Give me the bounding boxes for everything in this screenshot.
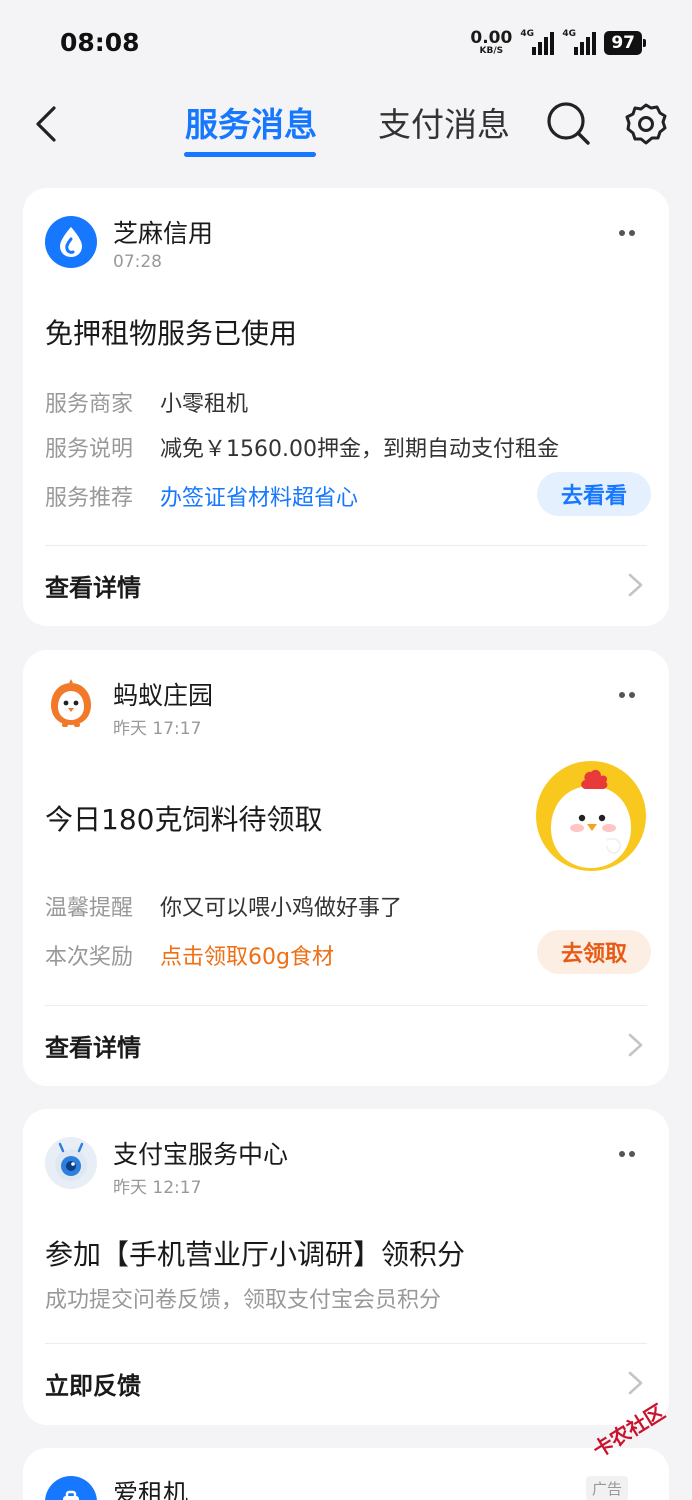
- chicken-illustration: [535, 760, 647, 872]
- active-tab-indicator: [184, 152, 316, 157]
- more-options-icon[interactable]: [619, 692, 635, 698]
- network-speed-unit: KB/S: [479, 46, 504, 56]
- message-card-partial[interactable]: 爱租机: [23, 1448, 669, 1500]
- message-subtext: 成功提交问卷反馈，领取支付宝会员积分: [45, 1288, 442, 1313]
- info-row: 本次奖励 点击领取60g食材: [45, 939, 334, 971]
- message-title: 今日180克饲料待领取: [45, 803, 323, 836]
- row-label: 服务说明: [45, 437, 134, 462]
- status-bar: 08:08 0.00 KB/S 4G 4G 97: [0, 0, 692, 88]
- row-value: 减免￥1560.00押金，到期自动支付租金: [160, 437, 559, 462]
- message-card-sesame[interactable]: 芝麻信用 07:28 免押租物服务已使用 服务商家 小零租机 服务说明 减免￥156…: [23, 188, 669, 626]
- chevron-right-icon: [628, 573, 643, 597]
- sesame-credit-avatar: [45, 216, 97, 268]
- info-row: 服务说明 减免￥1560.00押金，到期自动支付租金: [45, 431, 559, 463]
- go-look-button[interactable]: 去看看: [536, 472, 651, 516]
- search-icon[interactable]: [545, 100, 591, 146]
- tab-payment-messages[interactable]: 支付消息: [378, 98, 510, 146]
- row-label: 服务推荐: [45, 486, 134, 511]
- view-details-label: 查看详情: [45, 1034, 141, 1062]
- message-time: 昨天 17:17: [113, 719, 202, 739]
- ad-label[interactable]: 广告: [586, 1476, 629, 1500]
- network-speed-value: 0.00: [470, 28, 513, 48]
- signal-2-icon: 4G: [562, 29, 597, 55]
- more-options-icon[interactable]: [619, 1151, 635, 1157]
- row-label: 本次奖励: [45, 945, 134, 970]
- view-details-link[interactable]: 查看详情: [45, 546, 669, 626]
- reward-link[interactable]: 点击领取60g食材: [160, 945, 334, 970]
- source-name: 蚂蚁庄园: [113, 681, 214, 710]
- chevron-right-icon: [628, 1371, 643, 1395]
- message-time: 昨天 12:17: [113, 1178, 202, 1198]
- tab-service-messages[interactable]: 服务消息: [185, 98, 317, 146]
- battery-indicator: 97: [604, 31, 646, 55]
- message-title: 参加【手机营业厅小调研】领积分: [45, 1238, 466, 1271]
- message-title: 免押租物服务已使用: [45, 317, 298, 350]
- gear-icon[interactable]: [624, 102, 668, 146]
- ant-farm-chick-avatar: [45, 678, 97, 730]
- claim-button[interactable]: 去领取: [536, 930, 651, 974]
- status-time: 08:08: [60, 28, 140, 57]
- row-label: 温馨提醒: [45, 896, 134, 921]
- recommendation-link[interactable]: 办签证省材料超省心: [160, 486, 358, 511]
- signal-2-tag: 4G: [562, 29, 576, 39]
- signal-1-icon: 4G: [520, 29, 555, 55]
- row-label: 服务商家: [45, 392, 134, 417]
- signal-1-tag: 4G: [520, 29, 534, 39]
- row-value: 小零租机: [160, 392, 249, 417]
- card-header: 支付宝服务中心 昨天 12:17: [45, 1137, 288, 1198]
- view-details-label: 查看详情: [45, 574, 141, 602]
- message-card-ant-farm[interactable]: 蚂蚁庄园 昨天 17:17 今日180克饲料待领取 温馨提醒 你又可以喂小鸡做好事…: [23, 650, 669, 1086]
- message-card-alipay-service[interactable]: 支付宝服务中心 昨天 12:17 参加【手机营业厅小调研】领积分 成功提交问卷反…: [23, 1109, 669, 1425]
- source-name: 支付宝服务中心: [113, 1140, 289, 1169]
- info-row: 服务商家 小零租机: [45, 386, 248, 418]
- source-name: 爱租机: [113, 1479, 189, 1500]
- back-arrow-icon[interactable]: [28, 104, 68, 144]
- row-value: 你又可以喂小鸡做好事了: [160, 896, 403, 921]
- card-header: 芝麻信用 07:28: [45, 216, 213, 272]
- header: 服务消息 支付消息: [0, 88, 692, 168]
- feedback-now-link[interactable]: 立即反馈: [45, 1344, 669, 1424]
- source-name: 芝麻信用: [113, 219, 214, 248]
- card-header: 爱租机: [45, 1476, 188, 1500]
- card-header: 蚂蚁庄园 昨天 17:17: [45, 678, 213, 739]
- feedback-now-label: 立即反馈: [45, 1372, 141, 1400]
- network-speed: 0.00 KB/S: [470, 30, 512, 56]
- message-time: 07:28: [113, 252, 162, 272]
- view-details-link[interactable]: 查看详情: [45, 1006, 669, 1086]
- info-row: 服务推荐 办签证省材料超省心: [45, 480, 358, 512]
- status-indicators: 0.00 KB/S 4G 4G 97: [470, 29, 646, 56]
- rental-app-avatar: [45, 1476, 97, 1500]
- info-row: 温馨提醒 你又可以喂小鸡做好事了: [45, 890, 402, 922]
- robot-avatar: [45, 1137, 97, 1189]
- more-options-icon[interactable]: [619, 230, 635, 236]
- chevron-right-icon: [628, 1033, 643, 1057]
